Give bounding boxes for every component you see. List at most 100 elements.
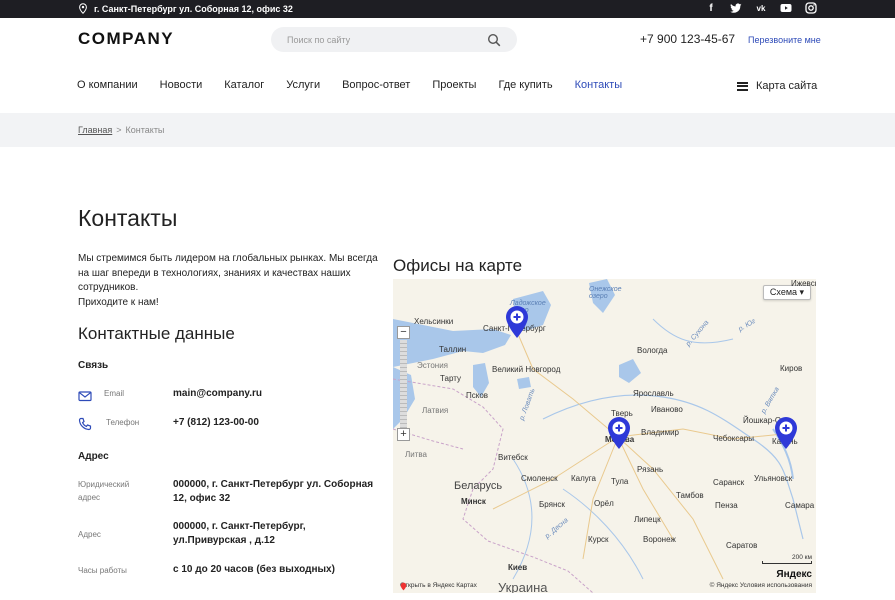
map-label: Эстония (417, 361, 448, 370)
scale-label: 200 км (792, 554, 812, 561)
phone-label: Телефон (106, 418, 140, 427)
nav-item-faq[interactable]: Вопрос-ответ (342, 79, 410, 91)
map-label: Тамбов (676, 491, 704, 500)
offices-map[interactable]: Схема ▾ − + Хельсинки Санкт-Петербург Ла… (393, 279, 816, 593)
sitemap-link[interactable]: Карта сайта (737, 80, 817, 92)
map-label: Великий Новгород (492, 365, 561, 374)
breadcrumb-separator: > (116, 125, 122, 135)
map-label: Литва (405, 450, 427, 459)
map-label: Ярославль (633, 389, 674, 398)
map-label: Тула (611, 477, 629, 486)
breadcrumb: Главная > Контакты (78, 125, 164, 135)
hours-label: Часы работы (78, 566, 127, 575)
phone-row: Телефон +7 (812) 123-00-00 (78, 416, 378, 446)
sitemap-label: Карта сайта (756, 80, 818, 92)
map-label: Брянск (539, 500, 565, 509)
nav-item-services[interactable]: Услуги (286, 79, 320, 91)
nav-item-about[interactable]: О компании (77, 79, 138, 91)
map-copyright[interactable]: © Яндекс Условия использования (710, 582, 812, 589)
map-label: Пенза (715, 501, 738, 510)
map-label: Киев (508, 563, 528, 572)
map-label: Чебоксары (713, 434, 754, 443)
nav-item-news[interactable]: Новости (160, 79, 203, 91)
nav-item-projects[interactable]: Проекты (432, 79, 476, 91)
map-label: Орёл (594, 499, 614, 508)
intro-text: Мы стремимся быть лидером на глобальных … (78, 252, 378, 310)
email-label: Email (104, 389, 125, 398)
phone-value[interactable]: +7 (812) 123-00-00 (173, 416, 259, 430)
map-label: Иваново (651, 405, 683, 414)
menu-icon (737, 81, 748, 91)
map-label: Саранск (713, 478, 745, 487)
breadcrumb-band: Главная > Контакты (0, 113, 895, 147)
site-logo[interactable]: COMPANY (78, 29, 174, 49)
map-label: Минск (461, 497, 486, 506)
top-info-bar: г. Санкт-Петербург ул. Соборная 12, офис… (0, 0, 895, 18)
address-heading: Адрес (78, 451, 109, 462)
zoom-slider[interactable] (400, 340, 407, 428)
map-label: Таллин (439, 345, 467, 354)
map-label: Беларусь (454, 480, 503, 492)
hours-row: Часы работы с 10 до 20 часов (без выходн… (78, 563, 378, 581)
open-in-yandex-link[interactable]: Открыть в Яндекс Картах (400, 582, 477, 591)
map-label: Онежское озеро (589, 286, 622, 300)
intro-paragraph: Мы стремимся быть лидером на глобальных … (78, 253, 378, 293)
envelope-icon (78, 391, 92, 402)
nav-item-catalog[interactable]: Каталог (224, 79, 264, 91)
office-marker-spb[interactable] (505, 305, 529, 339)
social-links: f vk (705, 2, 817, 14)
legal-address-label: Юридический адрес (78, 480, 130, 502)
vk-icon[interactable]: vk (755, 2, 767, 14)
instagram-icon[interactable] (805, 2, 817, 14)
map-label: Витебск (498, 453, 528, 462)
hours-value: с 10 до 20 часов (без выходных) (173, 564, 335, 575)
breadcrumb-home[interactable]: Главная (78, 125, 112, 135)
nav-item-contacts[interactable]: Контакты (575, 79, 623, 91)
email-row: Email main@company.ru (78, 387, 378, 417)
phone-icon (78, 417, 92, 431)
office-marker-kazan[interactable] (774, 416, 798, 450)
map-label: Курск (588, 535, 609, 544)
map-label: Липецк (634, 515, 661, 524)
map-label: Хельсинки (414, 317, 454, 326)
legal-address-value: 000000, г. Санкт-Петербург ул. Соборная … (173, 479, 374, 504)
map-label: Киров (780, 364, 803, 373)
search-input[interactable] (287, 32, 477, 48)
page-title: Контакты (78, 205, 178, 231)
address-label: Адрес (78, 530, 101, 539)
top-address-text: г. Санкт-Петербург ул. Соборная 12, офис… (94, 3, 293, 14)
map-label: Тарту (440, 374, 462, 383)
map-label: Самара (785, 501, 815, 510)
contacts-heading: Контактные данные (78, 324, 235, 343)
office-marker-moscow[interactable] (607, 416, 631, 450)
youtube-icon[interactable] (780, 2, 792, 14)
breadcrumb-current: Контакты (125, 125, 165, 135)
address-value: 000000, г. Санкт-Петербург, ул.Привурска… (173, 521, 306, 546)
map-label: Украина (498, 580, 548, 593)
header-phone[interactable]: +7 900 123-45-67 (640, 32, 735, 46)
callback-link[interactable]: Перезвоните мне (748, 35, 821, 45)
map-type-label: Схема (769, 287, 798, 297)
map-scale: 200 км (762, 554, 812, 564)
zoom-in-button[interactable]: + (397, 428, 410, 441)
facebook-icon[interactable]: f (705, 2, 717, 14)
map-label: Воронеж (643, 535, 676, 544)
search-icon[interactable] (487, 33, 501, 47)
nav-item-where-to-buy[interactable]: Где купить (498, 79, 552, 91)
email-value[interactable]: main@company.ru (173, 387, 262, 401)
map-label: Латвия (422, 406, 449, 415)
map-label: Псков (466, 391, 489, 400)
open-in-yandex-label: Открыть в Яндекс Картах (400, 582, 477, 589)
map-label: Ульяновск (754, 474, 793, 483)
site-header: COMPANY +7 900 123-45-67 Перезвоните мне… (0, 18, 895, 113)
map-label: Ижевск (791, 279, 816, 288)
twitter-icon[interactable] (730, 2, 742, 14)
map-label: Владимир (641, 428, 680, 437)
map-label: Вологда (637, 346, 668, 355)
zoom-out-button[interactable]: − (397, 326, 410, 339)
address-row: Адрес 000000, г. Санкт-Петербург, ул.При… (78, 520, 378, 552)
search-box (271, 27, 517, 52)
yandex-logo[interactable]: Яндекс (776, 569, 812, 580)
map-label: Калуга (571, 474, 596, 483)
legal-address-row: Юридический адрес 000000, г. Санкт-Петер… (78, 478, 378, 510)
